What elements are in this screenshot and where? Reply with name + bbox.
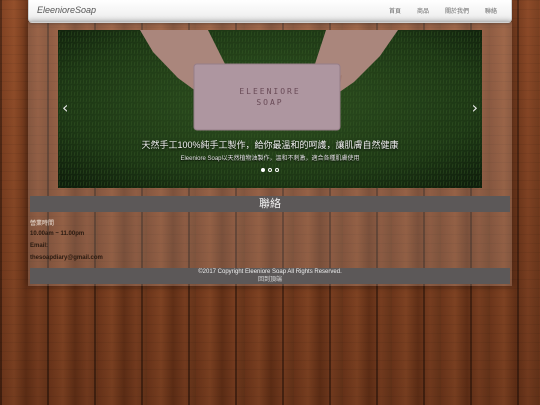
carousel-indicator[interactable] xyxy=(268,168,272,172)
nav-link-about[interactable]: 關於我們 xyxy=(437,6,477,15)
nav-link-products[interactable]: 商品 xyxy=(409,6,437,15)
image-overlay xyxy=(58,30,482,188)
carousel-next-button[interactable]: › xyxy=(472,98,478,117)
nav-links: 首頁 商品 關於我們 聯絡 xyxy=(381,6,505,15)
section-title: 聯絡 xyxy=(30,196,510,212)
site-footer: ©2017 Copyright Eleeniore Soap All Right… xyxy=(30,268,510,284)
hero-carousel: ELEENIORE SOAP ‹ › 天然手工100%純手工製作，給你最溫和的呵… xyxy=(58,30,482,188)
footer-link[interactable]: 回到頂端 xyxy=(258,277,282,283)
hours-value: 10.00am ~ 11.00pm xyxy=(30,231,85,237)
footer-copyright: ©2017 Copyright Eleeniore Soap All Right… xyxy=(198,269,342,275)
page-panel: ELEENIORE SOAP ‹ › 天然手工100%純手工製作，給你最溫和的呵… xyxy=(28,22,512,286)
carousel-indicator[interactable] xyxy=(275,168,279,172)
carousel-prev-button[interactable]: ‹ xyxy=(62,98,68,117)
carousel-caption-title: 天然手工100%純手工製作，給你最溫和的呵護，讓肌膚自然健康 xyxy=(141,140,399,150)
carousel-indicator[interactable] xyxy=(261,168,265,172)
brand-logo[interactable]: EleenioreSoap xyxy=(37,5,96,15)
nav-link-contact[interactable]: 聯絡 xyxy=(477,6,505,15)
hours-label: 營業時間 xyxy=(30,221,55,227)
carousel-caption-subtitle: Eleeniore Soap以天然植物油製作，溫和不刺激，適合各種肌膚使用 xyxy=(180,156,360,162)
email-label: Email: xyxy=(30,243,49,249)
nav-link-home[interactable]: 首頁 xyxy=(381,6,409,15)
carousel-indicators xyxy=(58,168,482,172)
top-navbar: EleenioreSoap 首頁 商品 關於我們 聯絡 xyxy=(28,0,512,23)
email-value[interactable]: thesoapdiary@gmail.com xyxy=(30,255,103,261)
